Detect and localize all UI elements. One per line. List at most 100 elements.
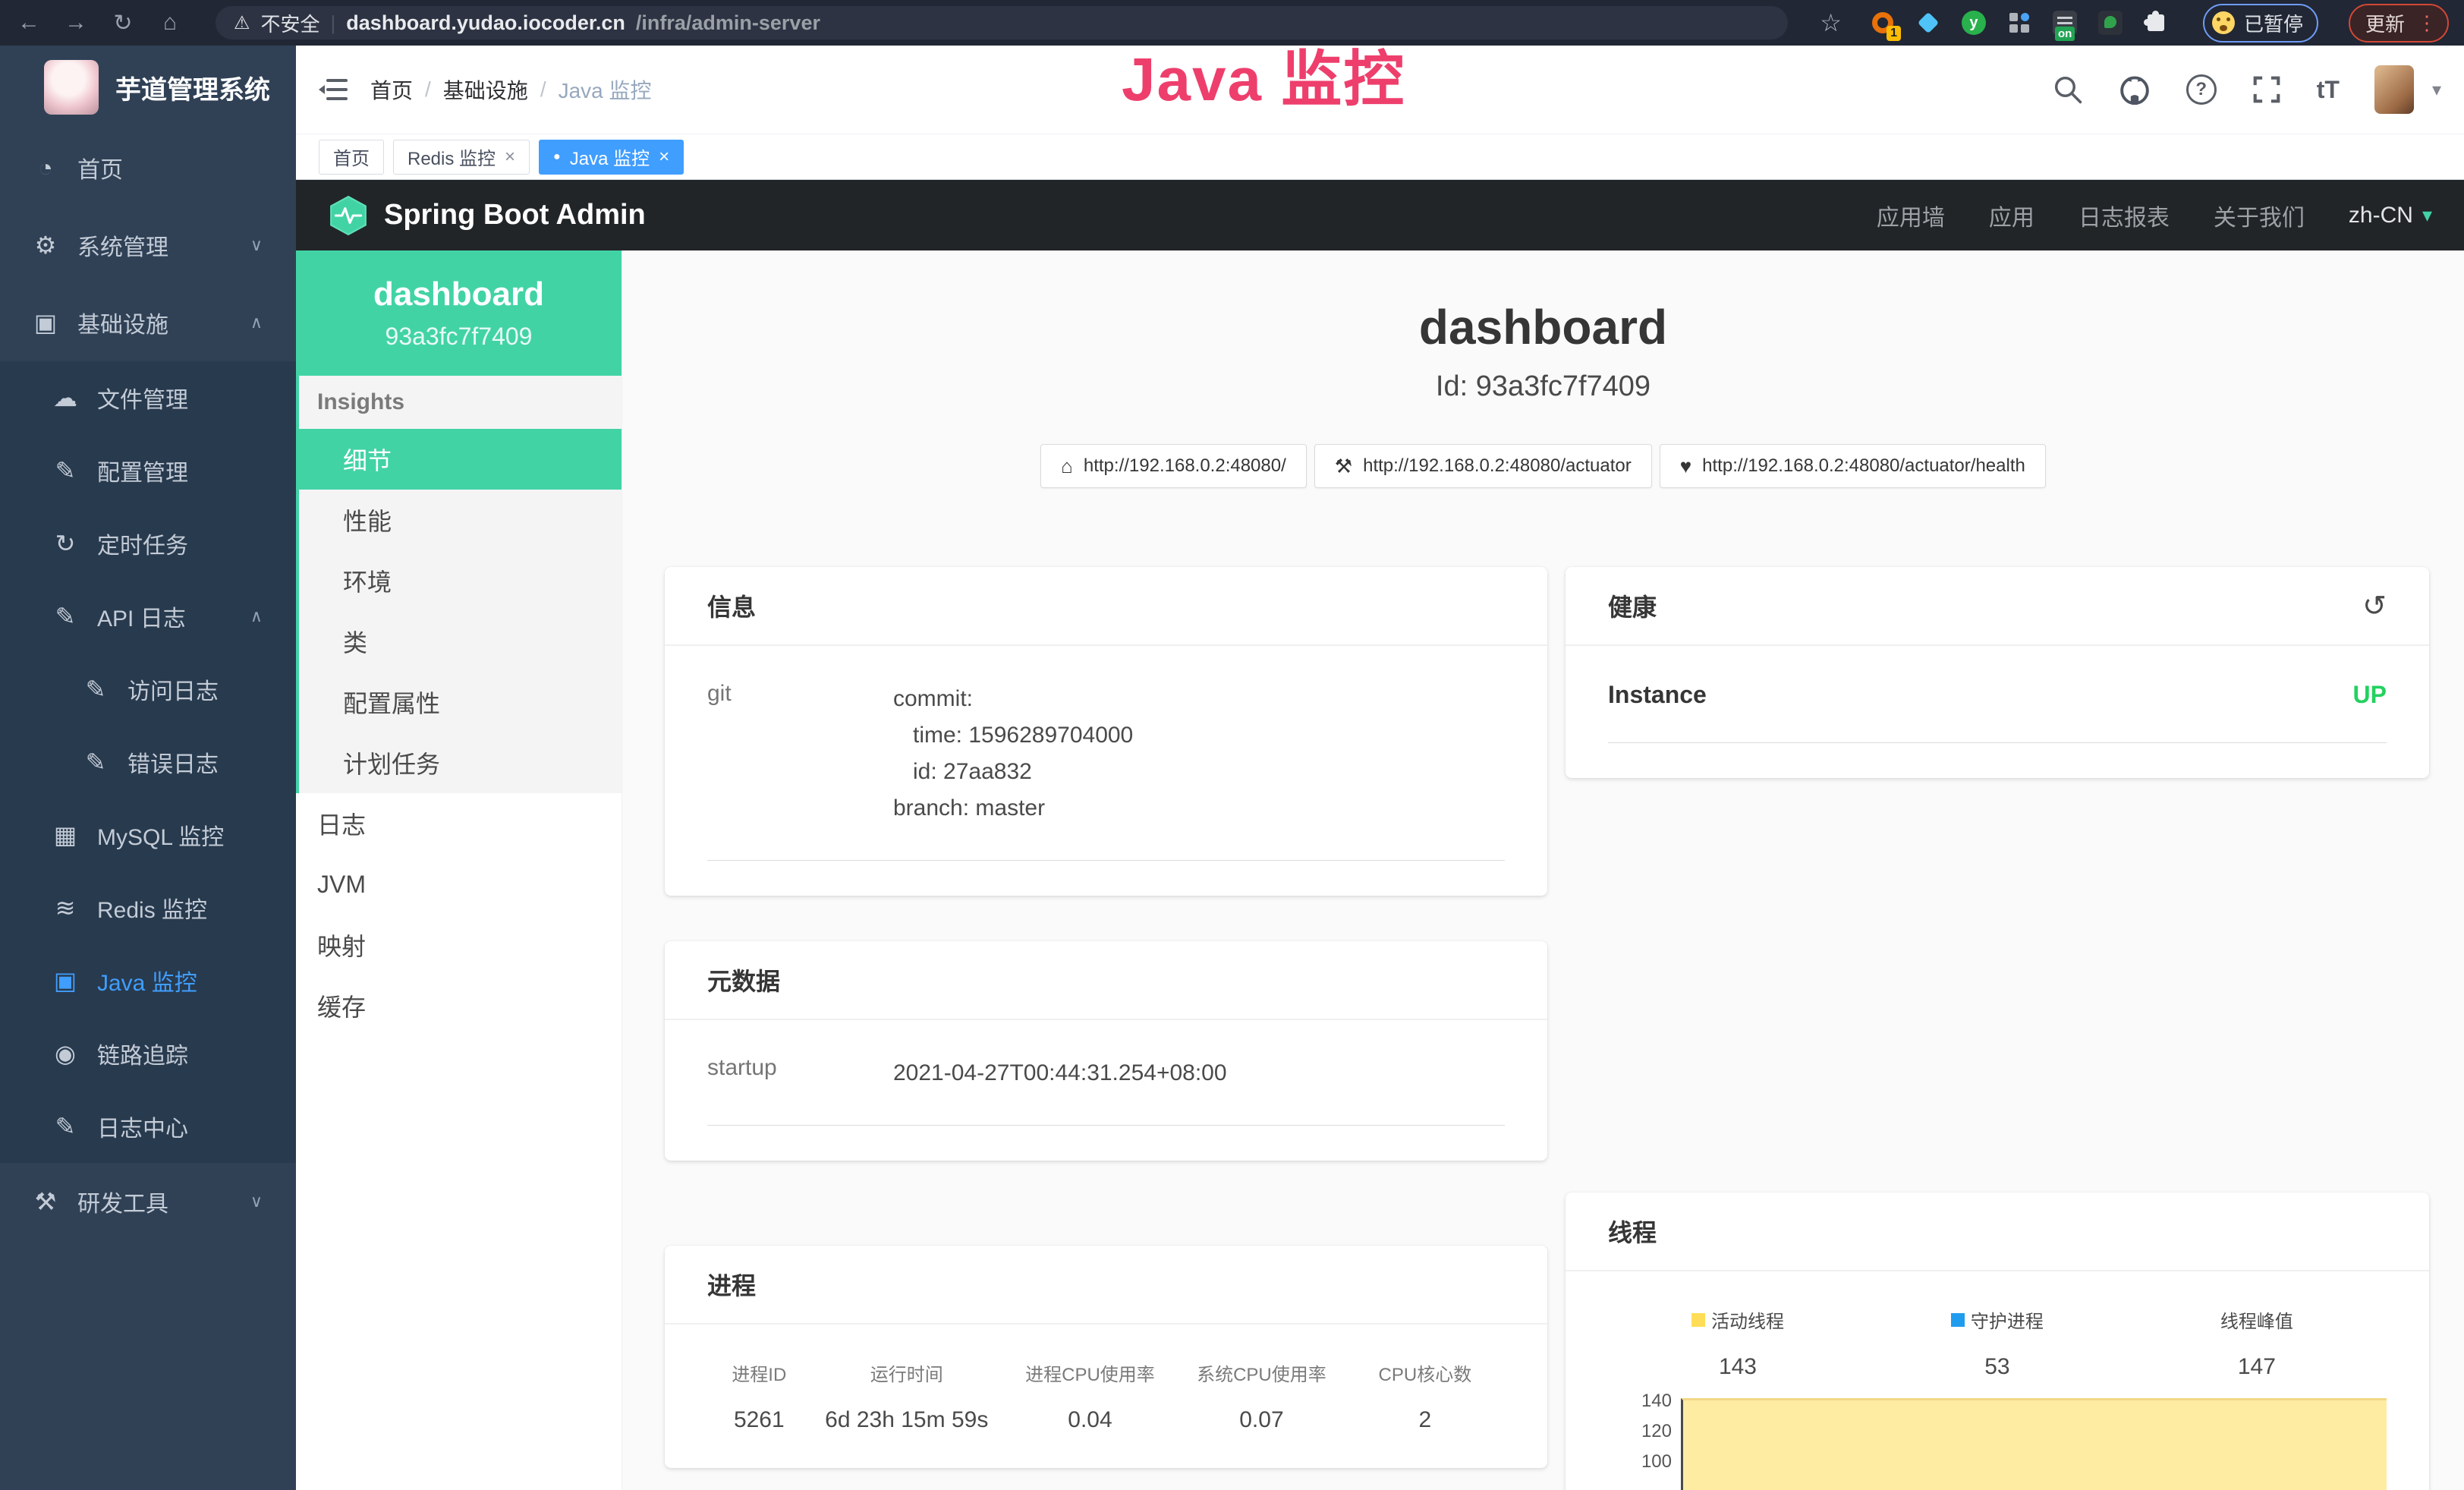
process-card-title: 进程 bbox=[707, 1267, 756, 1302]
sidebar-item-java-monitor[interactable]: ▣ Java 监控 bbox=[0, 944, 296, 1017]
history-icon[interactable]: ↺ bbox=[2362, 589, 2387, 623]
table-icon: ▦ bbox=[49, 821, 82, 849]
help-icon[interactable]: ? bbox=[2186, 74, 2217, 105]
tab-home[interactable]: 首页 bbox=[319, 140, 384, 175]
sba-item-logs[interactable]: 日志 bbox=[296, 793, 622, 854]
sidebar-item-system-management[interactable]: ⚙ 系统管理 ∨ bbox=[0, 206, 296, 284]
font-size-icon[interactable]: tT bbox=[2317, 76, 2340, 104]
browser-menu-dots-icon[interactable]: ⋮ bbox=[2417, 11, 2437, 35]
sba-item-environment[interactable]: 环境 bbox=[296, 550, 622, 611]
sba-nav-journal[interactable]: 日志报表 bbox=[2079, 199, 2170, 232]
sba-brand-title: Spring Boot Admin bbox=[384, 199, 646, 232]
threads-legend-values: 143 53 147 bbox=[1608, 1354, 2387, 1380]
sba-item-config-props[interactable]: 配置属性 bbox=[296, 672, 622, 732]
sba-item-jvm[interactable]: JVM bbox=[296, 854, 622, 915]
tab-redis-monitor[interactable]: Redis 监控 × bbox=[393, 140, 530, 175]
browser-update-button[interactable]: 更新 ⋮ bbox=[2349, 4, 2449, 43]
sidebar-item-home[interactable]: ◔ 首页 bbox=[0, 129, 296, 206]
browser-back-icon[interactable]: ← bbox=[15, 10, 42, 36]
threads-legend: 活动线程 守护进程 线程峰值 bbox=[1608, 1306, 2387, 1333]
browser-forward-icon[interactable]: → bbox=[62, 10, 90, 36]
security-warning-icon[interactable]: ⚠ bbox=[234, 12, 250, 34]
sba-item-details[interactable]: 细节 bbox=[296, 429, 622, 490]
sba-logo-icon bbox=[328, 195, 369, 236]
sidebar-item-mysql-monitor[interactable]: ▦ MySQL 监控 bbox=[0, 799, 296, 871]
extension-grid-icon[interactable] bbox=[2006, 9, 2033, 36]
search-icon[interactable] bbox=[2053, 74, 2083, 105]
bookmark-star-icon[interactable]: ☆ bbox=[1820, 8, 1842, 37]
sba-item-mappings[interactable]: 映射 bbox=[296, 915, 622, 975]
sidebar-item-access-log[interactable]: ✎ 访问日志 bbox=[0, 653, 296, 726]
github-icon[interactable] bbox=[2118, 73, 2151, 106]
edit-icon: ✎ bbox=[49, 602, 82, 631]
legend-live-threads: 活动线程 bbox=[1608, 1306, 1868, 1333]
info-card: 信息 git commit: time: 1596289704000 id: 2… bbox=[665, 567, 1547, 896]
history-icon: ↻ bbox=[49, 529, 82, 558]
browser-reload-icon[interactable]: ↻ bbox=[109, 10, 137, 36]
sba-item-metrics[interactable]: 性能 bbox=[296, 490, 622, 550]
fullscreen-icon[interactable] bbox=[2252, 74, 2282, 105]
sidebar-item-infrastructure[interactable]: ▣ 基础设施 ∧ bbox=[0, 284, 296, 361]
extension-on-badge: on bbox=[2055, 27, 2075, 41]
browser-home-icon[interactable]: ⌂ bbox=[156, 10, 184, 36]
sba-main-content: dashboard Id: 93a3fc7f7409 ⌂ http://192.… bbox=[622, 250, 2464, 1490]
address-bar[interactable]: ⚠ 不安全 | dashboard.yudao.iocoder.cn/infra… bbox=[216, 6, 1788, 39]
sba-app-name: dashboard bbox=[373, 276, 544, 313]
health-url-button[interactable]: ♥ http://192.168.0.2:48080/actuator/heal… bbox=[1660, 444, 2046, 488]
extension-green-y-icon[interactable]: y bbox=[1960, 9, 1987, 36]
sidebar-item-dev-tools[interactable]: ⚒ 研发工具 ∨ bbox=[0, 1163, 296, 1240]
sba-item-caches[interactable]: 缓存 bbox=[296, 975, 622, 1036]
url-path: /infra/admin-server bbox=[636, 11, 820, 35]
actuator-url-button[interactable]: ⚒ http://192.168.0.2:48080/actuator bbox=[1314, 444, 1652, 488]
cloud-upload-icon: ☁ bbox=[49, 383, 82, 412]
threads-card-title: 线程 bbox=[1608, 1214, 1657, 1249]
sidebar-item-scheduled-tasks[interactable]: ↻ 定时任务 bbox=[0, 507, 296, 580]
process-card: 进程 进程ID 运行时间 进程CPU使用率 系统CPU使用率 CPU核心数 bbox=[665, 1246, 1547, 1468]
extension-list-on-icon[interactable]: on bbox=[2051, 9, 2079, 36]
page-title: dashboard bbox=[622, 299, 2464, 355]
process-uptime: 6d 23h 15m 59s bbox=[811, 1407, 1002, 1433]
extension-puzzle-icon[interactable] bbox=[2142, 9, 2170, 36]
sba-nav-applications[interactable]: 应用 bbox=[1989, 199, 2034, 232]
extension-blue-gem-icon[interactable] bbox=[1915, 9, 1942, 36]
eye-icon: ◉ bbox=[49, 1039, 82, 1068]
sba-nav-about[interactable]: 关于我们 bbox=[2214, 199, 2305, 232]
close-icon[interactable]: × bbox=[659, 146, 669, 168]
sidebar-item-file-management[interactable]: ☁ 文件管理 bbox=[0, 361, 296, 434]
extension-picker-icon[interactable] bbox=[2097, 9, 2124, 36]
sba-brand[interactable]: Spring Boot Admin bbox=[328, 195, 646, 236]
sba-app-header[interactable]: dashboard 93a3fc7f7409 bbox=[296, 250, 622, 376]
tab-java-monitor[interactable]: ● Java 监控 × bbox=[539, 140, 684, 175]
sidebar-item-api-log[interactable]: ✎ API 日志 ∧ bbox=[0, 580, 296, 653]
breadcrumb-home[interactable]: 首页 bbox=[370, 74, 413, 105]
profile-avatar-emoji bbox=[2212, 11, 2235, 34]
sba-item-classes[interactable]: 类 bbox=[296, 611, 622, 672]
heart-icon: ♥ bbox=[1680, 455, 1691, 478]
extension-orange-ring-icon[interactable]: 1 bbox=[1869, 9, 1896, 36]
instance-links: ⌂ http://192.168.0.2:48080/ ⚒ http://192… bbox=[622, 444, 2464, 488]
health-card-title: 健康 bbox=[1608, 588, 1657, 623]
health-instance-row[interactable]: Instance UP bbox=[1608, 681, 2387, 743]
sidebar-collapse-icon[interactable] bbox=[319, 77, 348, 102]
sidebar-item-redis-monitor[interactable]: ≋ Redis 监控 bbox=[0, 871, 296, 944]
home-icon: ⌂ bbox=[1061, 455, 1073, 478]
sba-nav-wallboard[interactable]: 应用墙 bbox=[1877, 199, 1945, 232]
sidebar-item-error-log[interactable]: ✎ 错误日志 bbox=[0, 726, 296, 799]
security-label[interactable]: 不安全 bbox=[261, 9, 320, 37]
instance-url-button[interactable]: ⌂ http://192.168.0.2:48080/ bbox=[1040, 444, 1307, 488]
breadcrumb: 首页 / 基础设施 / Java 监控 bbox=[370, 74, 652, 105]
chevron-down-icon: ∨ bbox=[250, 235, 263, 255]
breadcrumb-current: Java 监控 bbox=[559, 74, 652, 105]
app-brand[interactable]: 芋道管理系统 bbox=[0, 46, 296, 129]
info-git-value: commit: time: 1596289704000 id: 27aa832 … bbox=[893, 681, 1133, 827]
sidebar-item-trace[interactable]: ◉ 链路追踪 bbox=[0, 1017, 296, 1090]
sidebar-item-log-center[interactable]: ✎ 日志中心 bbox=[0, 1090, 296, 1163]
user-menu-caret-icon[interactable]: ▾ bbox=[2432, 79, 2441, 101]
user-avatar[interactable] bbox=[2374, 65, 2414, 114]
breadcrumb-infrastructure[interactable]: 基础设施 bbox=[443, 74, 528, 105]
sba-locale-select[interactable]: zh-CN ▾ bbox=[2349, 203, 2432, 228]
profile-paused-chip[interactable]: 已暂停 bbox=[2203, 4, 2318, 43]
sba-item-scheduled-tasks[interactable]: 计划任务 bbox=[296, 732, 622, 793]
close-icon[interactable]: × bbox=[505, 146, 515, 168]
sidebar-item-config-management[interactable]: ✎ 配置管理 bbox=[0, 434, 296, 507]
